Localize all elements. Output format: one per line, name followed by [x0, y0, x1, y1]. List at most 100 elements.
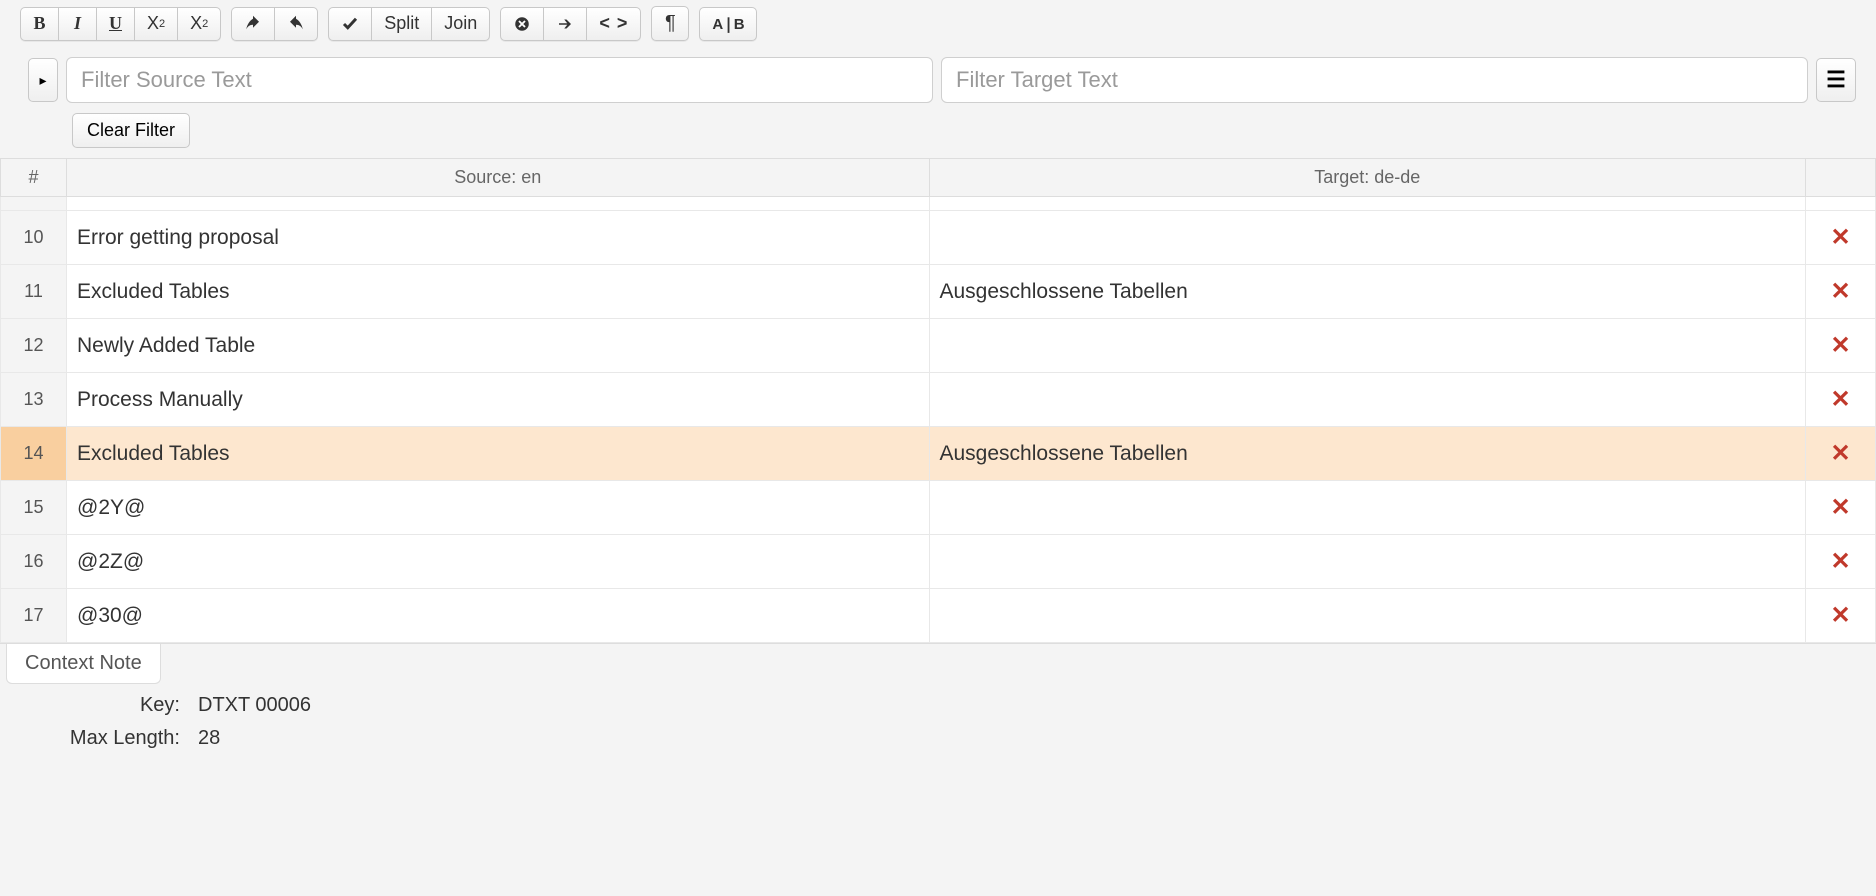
table-row[interactable]: 11Excluded TablesAusgeschlossene Tabelle…	[1, 265, 1876, 319]
source-cell[interactable]: @2Z@	[67, 535, 930, 589]
source-cell[interactable]: Excluded Tables	[67, 427, 930, 481]
insert-tag-button[interactable]: < >	[586, 7, 641, 41]
row-number[interactable]: 16	[1, 535, 67, 589]
source-cell[interactable]: Error getting proposal	[67, 211, 930, 265]
redo-icon	[287, 15, 305, 33]
target-cell[interactable]	[929, 481, 1806, 535]
action-cell: ✕	[1806, 589, 1876, 643]
column-header-action	[1806, 159, 1876, 197]
paragraph-marks-button[interactable]: ¶	[651, 6, 689, 41]
clear-tags-button[interactable]	[500, 7, 543, 41]
text-style-group: B I U X2 X2	[20, 7, 221, 41]
subscript-base: X	[147, 13, 159, 34]
caret-right-icon: ▸	[39, 72, 46, 89]
check-icon	[341, 15, 359, 33]
superscript-base: X	[190, 13, 202, 34]
history-group	[231, 7, 318, 41]
table-row[interactable]: 16@2Z@ ✕	[1, 535, 1876, 589]
list-icon: ☰	[1826, 67, 1846, 93]
target-cell[interactable]: Ausgeschlossene Tabellen	[929, 265, 1806, 319]
table-row[interactable]: 17@30@ ✕	[1, 589, 1876, 643]
delete-icon[interactable]: ✕	[1830, 385, 1850, 414]
action-cell: ✕	[1806, 373, 1876, 427]
column-header-number[interactable]: #	[1, 159, 67, 197]
row-number[interactable]: 12	[1, 319, 67, 373]
delete-icon[interactable]: ✕	[1830, 601, 1850, 630]
source-cell[interactable]: Process Manually	[67, 373, 930, 427]
filter-target-input[interactable]	[941, 57, 1808, 103]
pilcrow-group: ¶	[651, 6, 689, 41]
target-cell[interactable]	[929, 535, 1806, 589]
source-cell[interactable]: Excluded Tables	[67, 265, 930, 319]
context-details: Key: DTXT 00006 Max Length: 28	[0, 684, 1876, 760]
column-header-source[interactable]: Source: en	[67, 159, 930, 197]
delete-icon[interactable]: ✕	[1830, 547, 1850, 576]
row-number[interactable]: 13	[1, 373, 67, 427]
select-all-button[interactable]: A❘B	[699, 7, 756, 41]
row-number[interactable]: 14	[1, 427, 67, 481]
superscript-suffix: 2	[202, 18, 208, 30]
action-cell: ✕	[1806, 427, 1876, 481]
undo-icon	[244, 15, 262, 33]
segment-group: Split Join	[328, 7, 490, 41]
delete-icon[interactable]: ✕	[1830, 493, 1850, 522]
row-number[interactable]: 11	[1, 265, 67, 319]
key-label: Key:	[20, 694, 180, 717]
action-cell: ✕	[1806, 319, 1876, 373]
key-value: DTXT 00006	[198, 694, 1856, 717]
confirm-button[interactable]	[328, 7, 371, 41]
delete-icon[interactable]: ✕	[1830, 439, 1850, 468]
delete-icon[interactable]: ✕	[1830, 223, 1850, 252]
table-row[interactable]: 15@2Y@ ✕	[1, 481, 1876, 535]
next-tag-button[interactable]	[543, 7, 586, 41]
row-number[interactable]: 17	[1, 589, 67, 643]
tab-context-note[interactable]: Context Note	[6, 644, 161, 684]
target-cell[interactable]	[929, 211, 1806, 265]
undo-button[interactable]	[231, 7, 274, 41]
subscript-suffix: 2	[159, 18, 165, 30]
table-row[interactable]: 12Newly Added Table ✕	[1, 319, 1876, 373]
underline-button[interactable]: U	[96, 7, 134, 41]
italic-button[interactable]: I	[58, 7, 96, 41]
redo-button[interactable]	[274, 7, 318, 41]
expand-filter-button[interactable]: ▸	[28, 58, 58, 102]
target-cell[interactable]	[929, 589, 1806, 643]
row-number[interactable]: 10	[1, 211, 67, 265]
formatting-toolbar: B I U X2 X2 Split Join < > ¶ A❘B	[0, 0, 1876, 49]
delete-icon[interactable]: ✕	[1830, 331, 1850, 360]
table-row[interactable]: 10Error getting proposal ✕	[1, 211, 1876, 265]
filter-source-input[interactable]	[66, 57, 933, 103]
action-cell: ✕	[1806, 535, 1876, 589]
row-number[interactable]: 15	[1, 481, 67, 535]
bottom-panel: Context Note Key: DTXT 00006 Max Length:…	[0, 643, 1876, 760]
list-view-button[interactable]: ☰	[1816, 58, 1856, 102]
tag-group: < >	[500, 7, 641, 41]
subscript-button[interactable]: X2	[134, 7, 177, 41]
action-cell: ✕	[1806, 481, 1876, 535]
source-cell[interactable]: Newly Added Table	[67, 319, 930, 373]
clear-filter-button[interactable]: Clear Filter	[72, 113, 190, 148]
join-button[interactable]: Join	[431, 7, 490, 41]
table-row[interactable]: 14Excluded TablesAusgeschlossene Tabelle…	[1, 427, 1876, 481]
action-cell: ✕	[1806, 265, 1876, 319]
table-row[interactable]: 13Process Manually ✕	[1, 373, 1876, 427]
target-cell[interactable]	[929, 319, 1806, 373]
split-button[interactable]: Split	[371, 7, 431, 41]
action-cell: ✕	[1806, 211, 1876, 265]
circle-x-icon	[513, 15, 531, 33]
arrow-right-icon	[556, 15, 574, 33]
target-cell[interactable]	[929, 373, 1806, 427]
target-cell[interactable]: Ausgeschlossene Tabellen	[929, 427, 1806, 481]
pilcrow-icon: ¶	[665, 12, 676, 35]
source-cell[interactable]: @2Y@	[67, 481, 930, 535]
superscript-button[interactable]: X2	[177, 7, 221, 41]
bold-button[interactable]: B	[20, 7, 58, 41]
cursor-group: A❘B	[699, 7, 756, 41]
delete-icon[interactable]: ✕	[1830, 277, 1850, 306]
clear-filter-row: Clear Filter	[0, 107, 1876, 158]
source-cell[interactable]: @30@	[67, 589, 930, 643]
maxlength-label: Max Length:	[20, 727, 180, 750]
filter-row: ▸ ☰	[0, 49, 1876, 107]
column-header-target[interactable]: Target: de-de	[929, 159, 1806, 197]
maxlength-value: 28	[198, 727, 1856, 750]
